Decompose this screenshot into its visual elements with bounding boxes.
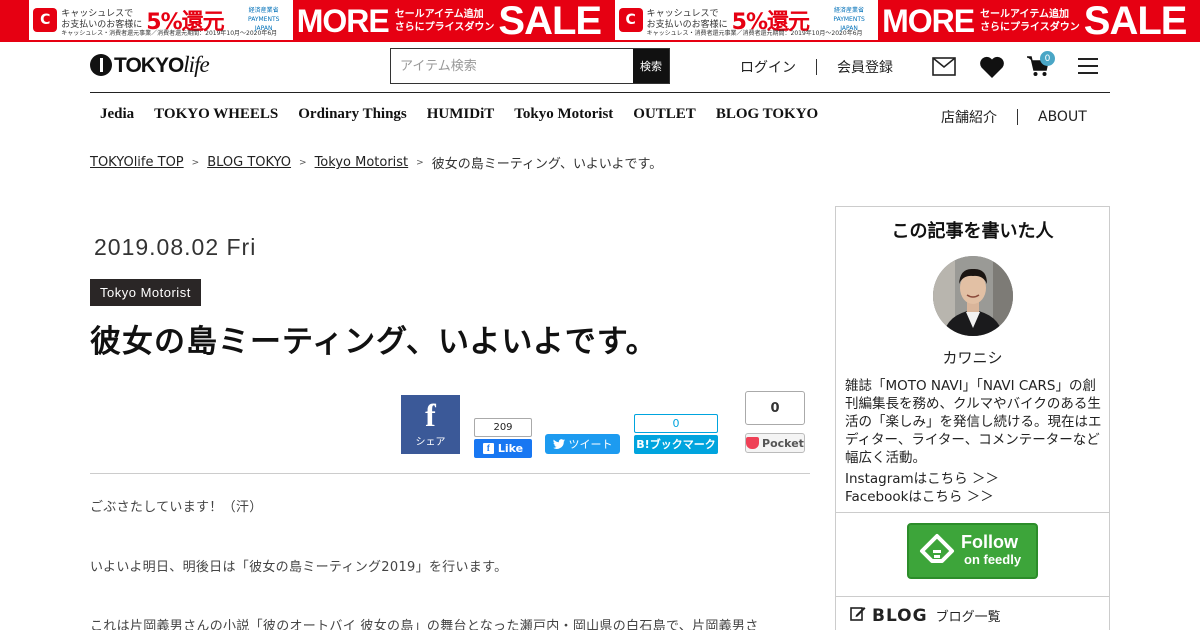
feedly-follow-button[interactable]: Follow on feedly [907,523,1038,579]
pencil-icon [850,607,866,621]
facebook-share-button[interactable]: f シェア [401,395,460,454]
sidebar-heading: この記事を書いた人 [891,221,1054,242]
stores-link[interactable]: 店舗紹介 [941,107,997,127]
breadcrumb-separator: > [299,157,307,168]
article-divider [90,473,810,474]
more-text: MORE [296,2,390,39]
instagram-link[interactable]: Instagramはこちら ＞＞ [845,467,999,487]
cart-count-badge: 0 [1040,51,1055,66]
page-title: 彼女の島ミーティング、いよいよです。 [90,324,658,360]
author-bio: 雑誌「MOTO NAVI」「NAVI CARS」の創刊編集長を務め、クルマやバイ… [845,378,1102,466]
brand-nav: Jedia TOKYO WHEELS Ordinary Things HUMID… [100,106,838,123]
heart-icon[interactable] [979,55,1005,79]
ministry-logo: 経済産業省 PAYMENTS JAPAN [833,7,865,32]
author-name: カワニシ [942,349,1003,367]
nav-item-humidit[interactable]: HUMIDiT [427,106,495,123]
pocket-save[interactable]: 0 Pocket [745,391,805,453]
login-link[interactable]: ログイン [740,57,796,77]
logo-mark-icon [90,54,112,76]
mail-icon[interactable] [932,57,956,76]
facebook-mini-icon: f [482,443,494,454]
avatar [933,256,1013,336]
author-sidebar: この記事を書いた人 カワニシ 雑誌「MOTO NAVI」「NAVI CARS」の… [835,206,1110,630]
menu-icon[interactable] [1078,58,1098,74]
breadcrumb-separator: > [416,157,424,168]
sale-text: SALE [1083,0,1188,42]
header-divider [90,92,1110,93]
promo-banner[interactable]: C キャッシュレスで お支払いのお客様に 5%還元 キャッシュレス・消費者還元事… [0,0,1200,42]
twitter-bird-icon [552,439,565,449]
cashless-promo[interactable]: C キャッシュレスで お支払いのお客様に 5%還元 キャッシュレス・消費者還元事… [29,0,293,42]
sale-promo[interactable]: MORE セールアイテム追加 さらにプライスダウン SALE [292,0,615,42]
breadcrumb-separator: > [191,157,200,168]
search-input[interactable] [391,49,633,83]
more-text: MORE [882,2,975,39]
breadcrumb-blog[interactable]: BLOG TOKYO [207,155,291,170]
hatena-bookmark[interactable]: 0 B!ブックマーク [634,414,718,454]
cashless-logo-icon: C [618,8,643,32]
breadcrumb-current: 彼女の島ミーティング、いよいよです。 [431,157,663,172]
sale-sub: セールアイテム追加 さらにプライスダウン [394,9,495,33]
facebook-share-label: シェア [415,437,446,448]
search-bar: 検索 [390,48,670,84]
sale-promo-2[interactable]: MORE セールアイテム追加 さらにプライスダウン SALE [878,0,1200,42]
search-button[interactable]: 検索 [633,49,669,83]
sale-sub: セールアイテム追加 さらにプライスダウン [980,9,1080,33]
feedly-follow-text: Follow [961,532,1018,552]
pocket-count: 0 [745,391,805,425]
breadcrumb: TOKYOlife TOP > BLOG TOKYO > Tokyo Motor… [90,153,662,172]
nav-item-tokyo-motorist[interactable]: Tokyo Motorist [514,106,613,123]
site-logo[interactable]: TOKYOlife [90,52,210,78]
nav-item-blog-tokyo[interactable]: BLOG TOKYO [716,106,818,123]
register-link[interactable]: 会員登録 [837,57,893,77]
ministry-logo: 経済産業省 PAYMENTS JAPAN [247,7,280,32]
pocket-icon [746,437,760,449]
breadcrumb-top[interactable]: TOKYOlife TOP [90,155,184,170]
feedly-sub-text: on feedly [964,552,1022,567]
account-links: ログイン 会員登録 [740,57,893,77]
hatena-count: 0 [634,414,718,433]
facebook-icon: f [425,397,436,433]
blog-list-link[interactable]: ブログ一覧 [936,606,1001,625]
pocket-button[interactable]: Pocket [745,433,805,453]
blog-title: BLOG [872,606,928,626]
post-date: 2019.08.02 Fri [94,234,257,260]
divider [816,59,817,75]
logo-text: TOKYOlife [114,52,210,77]
facebook-like[interactable]: 209 f Like [474,418,532,458]
info-nav: 店舗紹介 ABOUT [941,107,1087,127]
article-paragraph: いよいよ明日、明後日は「彼女の島ミーティング2019」を行います。 [90,560,508,575]
article-paragraph: ごぶさたしています！（汗） [90,500,263,515]
category-tag[interactable]: Tokyo Motorist [90,279,201,306]
tweet-button[interactable]: ツイート [545,434,620,454]
sidebar-divider [836,512,1109,513]
nav-item-tokyo-wheels[interactable]: TOKYO WHEELS [154,106,278,123]
like-button[interactable]: f Like [474,439,532,458]
cashless-logo-icon: C [33,8,58,32]
like-count: 209 [474,418,532,437]
nav-item-outlet[interactable]: OUTLET [633,106,696,123]
sale-text: SALE [498,0,602,42]
cashless-promo-2[interactable]: C キャッシュレスで お支払いのお客様に 5%還元 キャッシュレス・消費者還元事… [614,0,879,42]
breadcrumb-category[interactable]: Tokyo Motorist [315,155,409,170]
facebook-link[interactable]: Facebookはこちら ＞＞ [845,485,994,505]
nav-item-ordinary-things[interactable]: Ordinary Things [298,106,407,123]
article-paragraph: これは片岡義男さんの小説「彼のオートバイ 彼女の島」の舞台となった瀬戸内・岡山県… [90,619,759,630]
banner-red-edge [0,0,30,42]
nav-item-jedia[interactable]: Jedia [100,106,134,123]
feedly-icon [920,534,954,563]
blog-section-heading[interactable]: BLOG ブログ一覧 [850,605,1001,626]
about-link[interactable]: ABOUT [1038,109,1087,125]
hatena-button[interactable]: B!ブックマーク [634,435,718,454]
author-photo [933,256,1013,336]
divider [1017,109,1018,125]
sidebar-divider [836,596,1109,597]
